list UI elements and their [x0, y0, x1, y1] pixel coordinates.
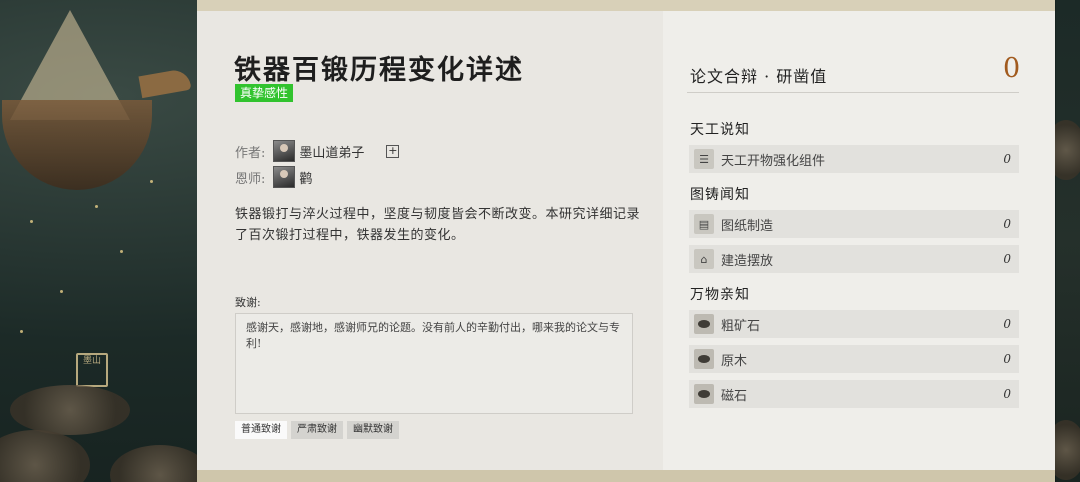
spark: [30, 220, 33, 223]
cloud: [0, 430, 90, 482]
blueprint-icon: ▤: [694, 214, 714, 234]
item-name: 图纸制造: [721, 218, 774, 234]
author-name: 墨山道弟子: [299, 145, 365, 161]
item-name: 磁石: [721, 388, 748, 404]
section-title: 天工说知: [690, 122, 750, 138]
mentor-row: 恩师: 鹳: [235, 166, 312, 188]
paper-detail-pane: 铁器百锻历程变化详述 真挚感性 作者: 墨山道弟子 + 恩师: 鹳 铁器锻打与淬…: [197, 11, 663, 470]
author-label: 作者:: [235, 145, 266, 161]
author-row: 作者: 墨山道弟子 +: [235, 140, 400, 162]
scroll-icon: ☰: [694, 149, 714, 169]
item-value: 0: [1003, 352, 1011, 366]
item-name: 建造摆放: [721, 253, 774, 269]
ore-icon: [694, 314, 714, 334]
airship-hull: [2, 100, 152, 190]
list-item[interactable]: ☰ 天工开物强化组件 0: [689, 145, 1019, 173]
log-icon: [694, 349, 714, 369]
thanks-textarea[interactable]: 感谢天，感谢地，感谢师兄的论题。没有前人的辛勤付出，哪来我的论文与专利!: [235, 313, 633, 414]
list-item[interactable]: ▤ 图纸制造 0: [689, 210, 1019, 238]
background-scenery-right: [1046, 0, 1080, 482]
section-title: 万物亲知: [690, 287, 750, 303]
add-author-button[interactable]: +: [386, 144, 400, 158]
list-item[interactable]: 原木 0: [689, 345, 1019, 373]
tone-serious-button[interactable]: 严肃致谢: [291, 421, 343, 439]
item-name: 粗矿石: [721, 318, 761, 334]
paper-description: 铁器锻打与淬火过程中，坚度与韧度皆会不断改变。本研究详细记录了百次锻打过程中，铁…: [235, 207, 641, 243]
background-scenery-left: 墨山: [0, 0, 200, 482]
item-value: 0: [1003, 217, 1011, 231]
list-item[interactable]: 磁石 0: [689, 380, 1019, 408]
item-name: 天工开物强化组件: [721, 153, 826, 169]
divider: [687, 92, 1019, 93]
thanks-text: 感谢天，感谢地，感谢师兄的论题。没有前人的辛勤付出，哪来我的论文与专利!: [246, 321, 620, 350]
item-value: 0: [1003, 252, 1011, 266]
tone-normal-button[interactable]: 普通致谢: [235, 421, 287, 439]
build-icon: ⌂: [694, 249, 714, 269]
cloud: [110, 445, 200, 482]
debate-score: 0: [1003, 53, 1021, 84]
list-item[interactable]: ⌂ 建造摆放 0: [689, 245, 1019, 273]
spark: [95, 205, 98, 208]
spark: [120, 250, 123, 253]
spark: [20, 330, 23, 333]
seal-stamp: 墨山: [76, 353, 108, 387]
item-value: 0: [1003, 387, 1011, 401]
author-avatar: [273, 140, 296, 162]
paper-panel: 铁器百锻历程变化详述 真挚感性 作者: 墨山道弟子 + 恩师: 鹳 铁器锻打与淬…: [197, 0, 1055, 482]
mentor-name: 鹳: [299, 171, 313, 187]
thanks-label: 致谢:: [235, 296, 261, 309]
mentor-avatar: [273, 166, 296, 188]
magnet-icon: [694, 384, 714, 404]
airship-bird-head: [138, 67, 192, 99]
spark: [60, 290, 63, 293]
style-badge: 真挚感性: [235, 84, 294, 102]
tone-humor-button[interactable]: 幽默致谢: [347, 421, 399, 439]
list-item[interactable]: 粗矿石 0: [689, 310, 1019, 338]
paper-title: 铁器百锻历程变化详述: [234, 55, 524, 86]
section-title: 图铸闻知: [690, 187, 750, 203]
spark: [150, 180, 153, 183]
debate-pane: 论文合辩 · 研凿值 0 天工说知 ☰ 天工开物强化组件 0 图铸闻知 ▤ 图纸…: [663, 11, 1055, 470]
item-value: 0: [1003, 152, 1011, 166]
mentor-label: 恩师:: [235, 171, 266, 187]
thanks-tone-tabs: 普通致谢 严肃致谢 幽默致谢: [235, 421, 399, 439]
item-name: 原木: [721, 353, 748, 369]
cloud: [10, 385, 130, 435]
item-value: 0: [1003, 317, 1011, 331]
debate-header: 论文合辩 · 研凿值: [690, 67, 828, 86]
